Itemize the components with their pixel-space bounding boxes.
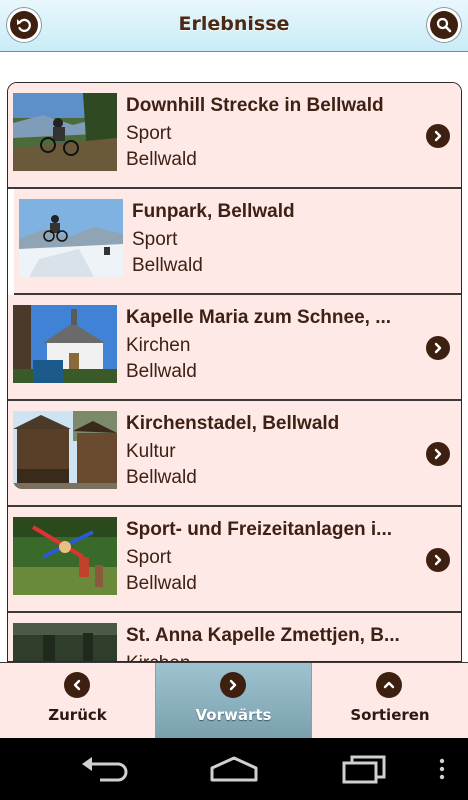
item-place: Bellwald — [126, 467, 197, 488]
chevron-right-icon[interactable] — [426, 124, 450, 148]
android-home-icon[interactable] — [208, 754, 260, 788]
list-item[interactable]: Sport- und Freizeitanlagen i... Sport Be… — [8, 507, 461, 613]
android-back-icon[interactable] — [80, 754, 128, 788]
item-category: Kirchen — [126, 335, 191, 356]
bottom-tab-bar: Zurück Vorwärts Sortieren — [0, 662, 468, 739]
tab-label: Zurück — [48, 706, 107, 724]
item-category: Sport — [132, 229, 178, 250]
list-item[interactable]: Kapelle Maria zum Schnee, ... Kirchen Be… — [8, 295, 461, 401]
search-button[interactable] — [427, 8, 461, 42]
item-title: St. Anna Kapelle Zmettjen, B... — [126, 625, 400, 646]
tab-label: Vorwärts — [195, 706, 272, 724]
item-title: Kirchenstadel, Bellwald — [126, 413, 340, 434]
item-title: Sport- und Freizeitanlagen i... — [126, 519, 393, 540]
item-category: Sport — [126, 123, 172, 144]
tab-label: Sortieren — [350, 706, 430, 724]
item-title: Kapelle Maria zum Schnee, ... — [126, 307, 392, 328]
barn-photo — [13, 411, 117, 489]
page-title: Erlebnisse — [178, 13, 290, 35]
item-category: Sport — [126, 547, 172, 568]
experience-list[interactable]: Downhill Strecke in Bellwald Sport Bellw… — [7, 82, 462, 662]
app-header: Erlebnisse — [0, 0, 468, 52]
item-category: Kirchen — [126, 653, 190, 661]
item-title: Downhill Strecke in Bellwald — [126, 95, 384, 116]
search-icon — [430, 11, 458, 39]
item-place: Bellwald — [126, 149, 197, 170]
item-title: Funpark, Bellwald — [132, 201, 295, 222]
chevron-up-icon — [376, 672, 402, 698]
chevron-left-icon — [64, 672, 90, 698]
item-place: Bellwald — [126, 361, 197, 382]
chevron-right-icon[interactable] — [426, 442, 450, 466]
chevron-right-icon[interactable] — [426, 336, 450, 360]
chapel-photo — [13, 305, 117, 383]
item-place: Bellwald — [132, 255, 203, 276]
item-place: Bellwald — [126, 573, 197, 594]
item-category: Kultur — [126, 441, 176, 462]
tab-sortieren[interactable]: Sortieren — [312, 663, 468, 739]
downhill-photo — [13, 93, 117, 171]
tab-zurueck[interactable]: Zurück — [0, 663, 156, 739]
tab-vorwaerts[interactable]: Vorwärts — [156, 663, 312, 739]
list-item[interactable]: Downhill Strecke in Bellwald Sport Bellw… — [8, 83, 461, 189]
list-item[interactable]: Kirchenstadel, Bellwald Kultur Bellwald — [8, 401, 461, 507]
android-menu-icon[interactable] — [438, 754, 446, 788]
list-item[interactable]: Funpark, Bellwald Sport Bellwald — [14, 189, 461, 295]
chevron-right-icon[interactable] — [426, 548, 450, 572]
forest-photo — [13, 623, 117, 661]
system-nav-bar — [0, 738, 468, 800]
list-item[interactable]: St. Anna Kapelle Zmettjen, B... Kirchen — [8, 613, 461, 661]
funpark-photo — [19, 199, 123, 277]
playground-photo — [13, 517, 117, 595]
android-recents-icon[interactable] — [340, 754, 388, 788]
chevron-right-icon — [220, 672, 246, 698]
